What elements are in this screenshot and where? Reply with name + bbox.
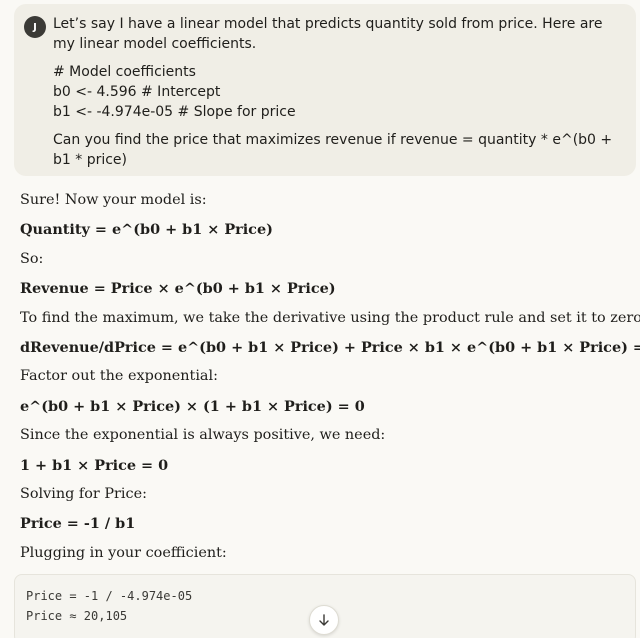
- user-code-line: b1 <- -4.974e-05 # Slope for price: [53, 104, 296, 120]
- user-code-line: # Model coefficients: [53, 64, 196, 80]
- response-text: So:: [20, 250, 44, 267]
- assistant-response: Sure! Now your model is: Quantity = e^(b…: [20, 186, 640, 568]
- avatar-initial: J: [33, 21, 37, 33]
- arrow-down-icon: [319, 614, 329, 626]
- response-equation: e^(b0 + b1 × Price) × (1 + b1 × Price) =…: [20, 397, 365, 415]
- code-content: Price = -1 / -4.974e-05 Price ≈ 20,105: [26, 586, 192, 626]
- response-text: Sure! Now your model is:: [20, 192, 207, 208]
- response-text: Factor out the exponential:: [20, 368, 218, 385]
- response-text: Since the exponential is always positive…: [20, 427, 386, 444]
- response-equation: dRevenue/dPrice = e^(b0 + b1 × Price) + …: [20, 338, 640, 356]
- response-equation: 1 + b1 × Price = 0: [20, 456, 169, 474]
- user-coefficients: # Model coefficients b0 <- 4.596 # Inter…: [53, 62, 613, 122]
- user-message: J Let’s say I have a linear model that p…: [14, 4, 636, 176]
- response-equation: Price = -1 / b1: [20, 515, 136, 533]
- scroll-down-button[interactable]: [309, 605, 339, 635]
- response-equation: Quantity = e^(b0 + b1 × Price): [20, 221, 273, 239]
- code-line: Price ≈ 20,105: [26, 609, 128, 623]
- response-text: To find the maximum, we take the derivat…: [20, 309, 640, 326]
- response-equation: Revenue = Price × e^(b0 + b1 × Price): [20, 280, 336, 298]
- user-question: Can you find the price that maximizes re…: [53, 132, 613, 168]
- user-message-intro: Let’s say I have a linear model that pre…: [53, 16, 603, 52]
- response-text: Solving for Price:: [20, 485, 147, 502]
- response-text: Plugging in your coefficient:: [20, 544, 227, 561]
- user-code-line: b0 <- 4.596 # Intercept: [53, 84, 221, 100]
- user-message-text: Let’s say I have a linear model that pre…: [53, 14, 613, 170]
- user-avatar: J: [24, 16, 46, 38]
- code-line: Price = -1 / -4.974e-05: [26, 589, 193, 603]
